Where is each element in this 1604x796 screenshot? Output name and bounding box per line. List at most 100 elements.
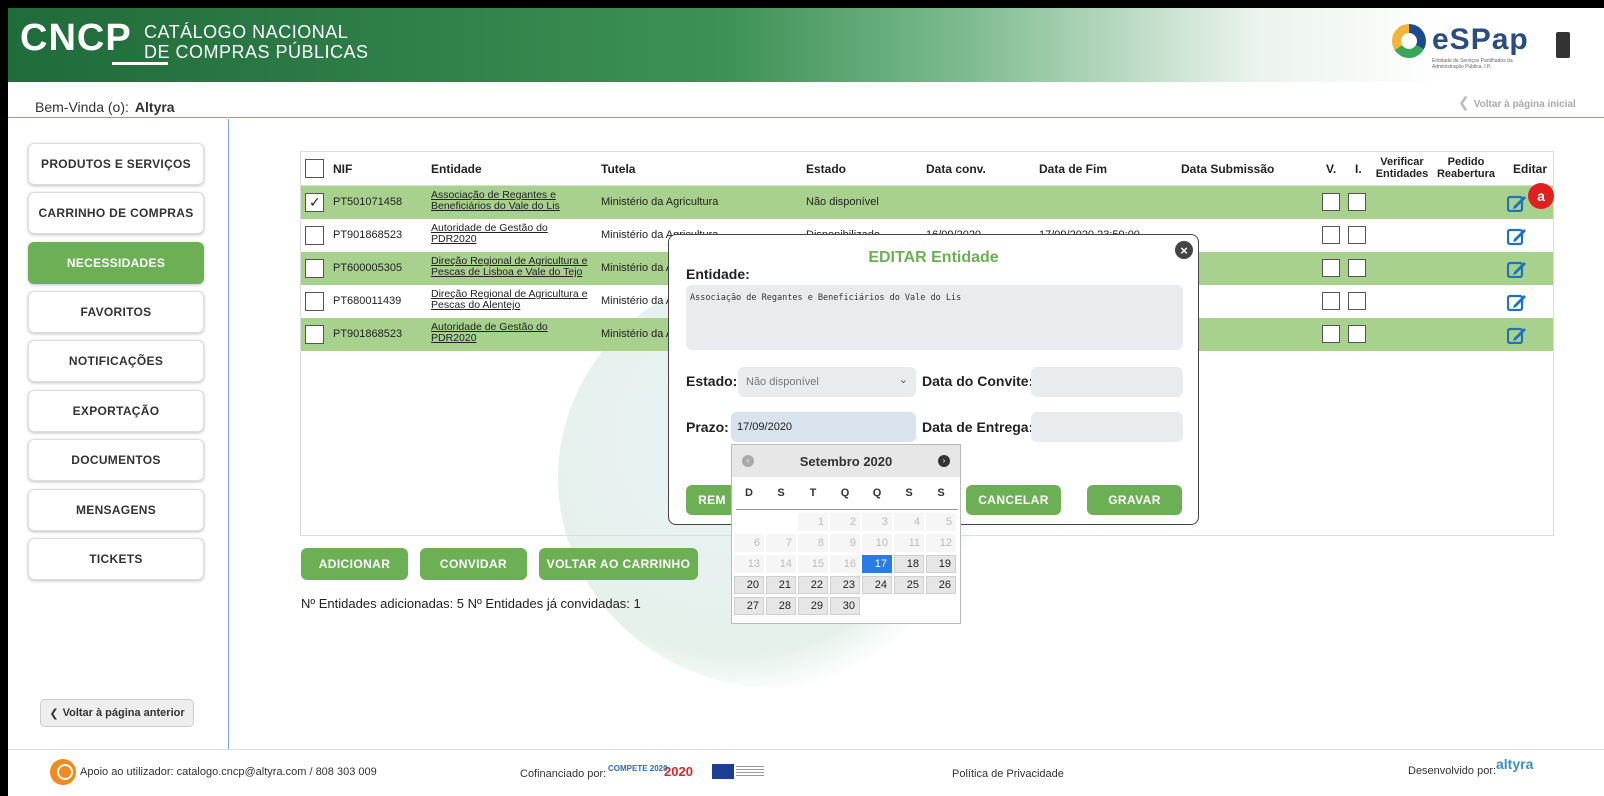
sidebar-item-notificacoes[interactable]: NOTIFICAÇÕES [28,340,204,382]
next-month-icon[interactable]: › [938,455,950,467]
sidebar-item-carrinho[interactable]: CARRINHO DE COMPRAS [28,192,204,234]
cell-nif: PT901868523 [333,328,403,340]
row-checkbox[interactable] [305,259,324,278]
altyra-logo[interactable]: altyra [1496,756,1536,786]
v-checkbox[interactable] [1322,193,1340,211]
v-checkbox[interactable] [1322,292,1340,310]
col-v[interactable]: V. [1326,163,1336,175]
col-pedido-line2: Reabertura [1436,168,1496,180]
cell-entidade-link[interactable]: Autoridade de Gestão do PDR2020 [431,223,548,245]
col-tutela[interactable]: Tutela [601,163,635,175]
cancel-button[interactable]: CANCELAR [966,485,1061,515]
calendar-day: 11 [894,534,924,552]
prazo-field[interactable]: 17/09/2020 [731,412,916,442]
add-button[interactable]: ADICIONAR [301,548,408,580]
calendar-day[interactable]: 19 [926,555,956,573]
row-checkbox[interactable] [305,226,324,245]
site-footer: Apoio ao utilizador: catalogo.cncp@altyr… [8,749,1604,796]
close-icon[interactable]: × [1175,241,1193,259]
v-checkbox[interactable] [1322,259,1340,277]
entidade-field[interactable]: Associação de Regantes e Beneficiários d… [686,285,1183,350]
sidebar-item-favoritos[interactable]: FAVORITOS [28,291,204,333]
calendar-day: 9 [830,534,860,552]
sidebar-item-documentos[interactable]: DOCUMENTOS [28,439,204,481]
i-checkbox[interactable] [1348,226,1366,244]
cncp-logo[interactable]: CNCP [20,16,132,60]
sidebar-item-produtos[interactable]: PRODUTOS E SERVIÇOS [28,143,204,185]
v-checkbox[interactable] [1322,226,1340,244]
col-verificar-entidades[interactable]: Verificar Entidades [1371,156,1433,180]
col-nif[interactable]: NIF [333,163,352,175]
prazo-label: Prazo: [686,419,729,435]
edit-icon[interactable] [1506,260,1527,279]
calendar-day[interactable]: 17 [862,555,892,573]
calendar-day[interactable]: 18 [894,555,924,573]
col-data-conv[interactable]: Data conv. [926,163,986,175]
cell-entidade-link[interactable]: Direção Regional de Agricultura e Pescas … [431,289,587,311]
sidebar-item-mensagens[interactable]: MENSAGENS [28,489,204,531]
edit-icon[interactable] [1506,326,1527,345]
calendar-day[interactable]: 29 [798,597,828,615]
datepicker: ‹ Setembro 2020 › D S T Q Q S S 1 2 3 4 5 6 7 8 9 10 11 12… [731,444,961,624]
calendar-day: 10 [862,534,892,552]
calendar-day[interactable]: 25 [894,576,924,594]
calendar-day[interactable]: 20 [734,576,764,594]
calendar-day[interactable]: 26 [926,576,956,594]
col-data-fim[interactable]: Data de Fim [1039,163,1107,175]
welcome-user: Altyra [134,99,175,115]
i-checkbox[interactable] [1348,259,1366,277]
i-checkbox[interactable] [1348,325,1366,343]
data-convite-field[interactable] [1031,367,1183,397]
select-all-checkbox[interactable] [305,159,324,178]
col-verificar-line2: Entidades [1375,168,1429,180]
table-row: PT501071458 Associação de Regantes eBenef… [301,186,1553,219]
col-i[interactable]: I. [1355,163,1362,175]
calendar-day[interactable]: 27 [734,597,764,615]
edit-icon[interactable] [1506,227,1527,246]
col-estado[interactable]: Estado [806,163,846,175]
estado-select[interactable]: Não disponível ⌄ [738,367,916,397]
col-editar[interactable]: Editar [1513,163,1547,175]
estado-value: Não disponível [746,376,819,388]
calendar-day[interactable]: 21 [766,576,796,594]
privacy-link[interactable]: Política de Privacidade [952,768,1064,780]
sidebar-item-exportacao[interactable]: EXPORTAÇÃO [28,390,204,432]
edit-icon[interactable] [1506,194,1527,213]
calendar-day[interactable]: 28 [766,597,796,615]
calendar-day[interactable]: 24 [862,576,892,594]
site-header: CNCP CATÁLOGO NACIONAL DE COMPRAS PÚBLIC… [8,8,1604,82]
i-checkbox[interactable] [1348,292,1366,310]
row-checkbox[interactable] [305,325,324,344]
weekday-label: S [937,487,945,499]
calendar-day: 15 [798,555,828,573]
cell-entidade-link[interactable]: Autoridade de Gestão do PDR2020 [431,322,548,344]
support-text[interactable]: Apoio ao utilizador: catalogo.cncp@altyr… [80,766,377,778]
back-home-link[interactable]: ❮ Voltar à página inicial [1458,94,1576,111]
espap-logo[interactable]: eSPap Entidade de Serviços Partilhados d… [1392,24,1542,74]
annotation-badge: a [1528,183,1554,209]
data-entrega-field[interactable] [1031,412,1183,442]
sidebar-item-tickets[interactable]: TICKETS [28,538,204,580]
back-previous-button[interactable]: ❮ Voltar à página anterior [40,699,194,727]
sidebar-item-necessidades[interactable]: NECESSIDADES [28,242,204,284]
espap-logo-text: eSPap [1432,23,1529,56]
calendar-day: 14 [766,555,796,573]
cell-entidade-link[interactable]: Direção Regional de Agricultura e Pescas … [431,256,587,278]
back-to-cart-button[interactable]: VOLTAR AO CARRINHO [539,548,698,580]
row-checkbox[interactable] [305,292,324,311]
col-pedido-reabertura[interactable]: Pedido Reabertura [1435,156,1497,180]
v-checkbox[interactable] [1322,325,1340,343]
edit-icon[interactable] [1506,293,1527,312]
calendar-day[interactable]: 23 [830,576,860,594]
calendar-day[interactable]: 22 [798,576,828,594]
row-checkbox[interactable] [305,193,324,212]
save-button[interactable]: GRAVAR [1087,485,1182,515]
i-checkbox[interactable] [1348,193,1366,211]
calendar-day[interactable]: 30 [830,597,860,615]
document-icon[interactable] [1556,32,1570,58]
col-data-submissao[interactable]: Data Submissão [1181,163,1274,175]
entidade-line-2: Beneficiários do Vale do Lis [431,200,560,212]
cell-entidade-link[interactable]: Associação de Regantes e Beneficiários do… [431,190,560,212]
invite-button[interactable]: CONVIDAR [420,548,527,580]
col-entidade[interactable]: Entidade [431,163,482,175]
